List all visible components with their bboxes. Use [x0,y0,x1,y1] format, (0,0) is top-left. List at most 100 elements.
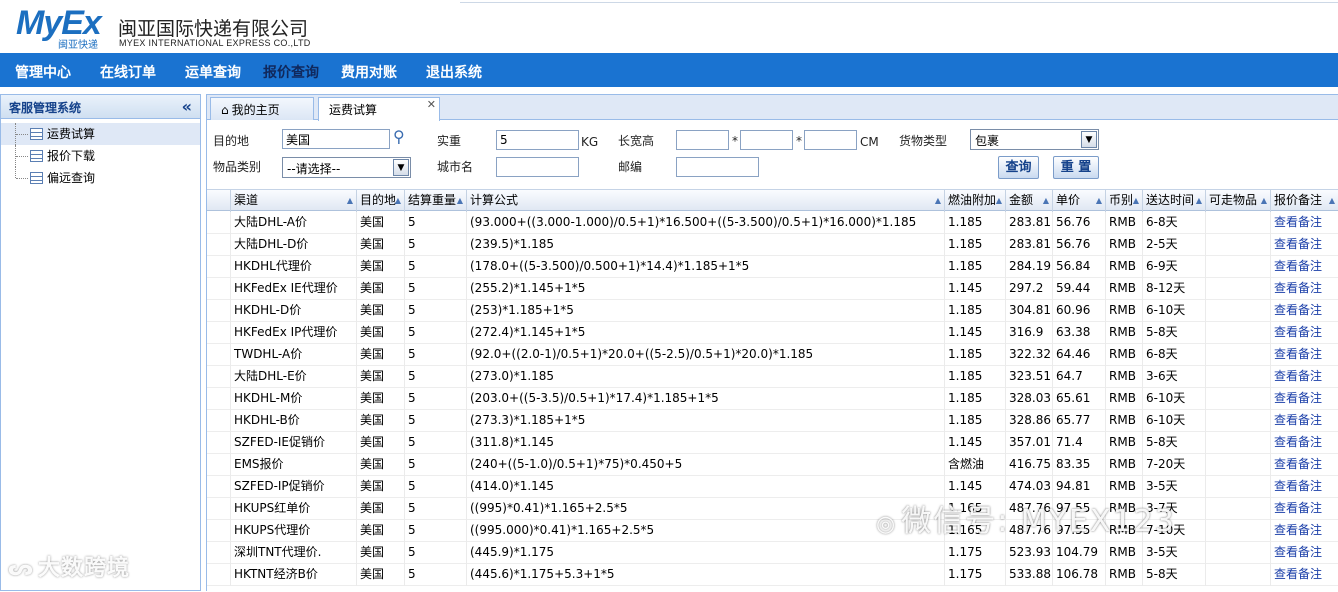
table-row[interactable]: TWDHL-A价 美国 5 (92.0+((2.0-1)/0.5+1)*20.0+((… [207,344,1338,366]
quote-notes-cell[interactable]: 查看备注 [1271,278,1338,300]
column-label: 燃油附加 [948,193,997,207]
quote-notes-cell[interactable]: 查看备注 [1271,300,1338,322]
close-icon[interactable]: ✕ [427,98,436,111]
nav-fee-reconciliation[interactable]: 费用对账 [341,62,397,82]
length-input[interactable] [676,130,729,150]
nav-management-center[interactable]: 管理中心 [15,62,71,82]
table-row[interactable]: SZFED-IP促销价 美国 5 (414.0)*1.145 1.145 474.03 94… [207,476,1338,498]
query-button[interactable]: 查询 [998,156,1039,179]
channel-cell: HKUPS红单价 [231,498,357,520]
nav-quote-query[interactable]: 报价查询 [263,62,319,82]
currency-cell: RMB [1106,278,1143,300]
formula-cell: (445.6)*1.175+5.3+1*5 [467,564,945,586]
sidebar-item-remote-area-query[interactable]: 偏远查询 [1,167,200,189]
quote-notes-cell[interactable]: 查看备注 [1271,366,1338,388]
table-row[interactable]: 大陆DHL-E价 美国 5 (273.0)*1.185 1.185 323.51 64.7 R… [207,366,1338,388]
table-row[interactable]: HKTNT经济B价 美国 5 (445.6)*1.175+5.3+1*5 1.175 53… [207,564,1338,586]
formula-cell: (414.0)*1.145 [467,476,945,498]
search-icon[interactable]: ⚲ [393,127,405,146]
table-row[interactable]: 大陆DHL-A价 美国 5 (93.000+((3.000-1.000)/0.5+1)… [207,212,1338,234]
table-row[interactable]: EMS报价 美国 5 (240+((5-1.0)/0.5+1)*75)*0.450+5… [207,454,1338,476]
billing-weight-cell: 5 [405,410,467,432]
table-row[interactable]: HKDHL-B价 美国 5 (273.3)*1.185+1*5 1.185 328.86 6… [207,410,1338,432]
column-header-allowed-goods[interactable]: 可走物品 ▲ [1206,190,1271,212]
table-row[interactable]: HKDHL-D价 美国 5 (253)*1.185+1*5 1.185 304.81 60.… [207,300,1338,322]
column-header-channel[interactable]: 渠道 ▲ [231,190,357,212]
sidebar-item-label: 偏远查询 [47,171,96,185]
row-number-header [207,190,231,212]
billing-weight-cell: 5 [405,234,467,256]
tab-home[interactable]: ⌂ 我的主页 [210,97,314,120]
table-row[interactable]: HKDHL代理价 美国 5 (178.0+((5-3.500)/0.500+1)*14… [207,256,1338,278]
quote-notes-cell[interactable]: 查看备注 [1271,498,1338,520]
nav-logout[interactable]: 退出系统 [426,62,482,82]
column-header-destination[interactable]: 目的地 ▲ [357,190,405,212]
nav-waybill-query[interactable]: 运单查询 [185,62,241,82]
table-row[interactable]: HKDHL-M价 美国 5 (203.0+((5-3.5)/0.5+1)*17.4)*… [207,388,1338,410]
column-label: 目的地 [360,193,397,207]
table-row[interactable]: HKFedEx IE代理价 美国 5 (255.2)*1.145+1*5 1.145 29… [207,278,1338,300]
quote-notes-cell[interactable]: 查看备注 [1271,388,1338,410]
allowed-goods-cell [1206,388,1271,410]
billing-weight-cell: 5 [405,300,467,322]
nav-online-orders[interactable]: 在线订单 [100,62,156,82]
quote-notes-cell[interactable]: 查看备注 [1271,212,1338,234]
quote-notes-cell[interactable]: 查看备注 [1271,322,1338,344]
column-header-amount[interactable]: 金额 ▲ [1006,190,1053,212]
channel-cell: HKDHL-D价 [231,300,357,322]
tab-freight-calc[interactable]: 运费试算 ✕ [318,97,440,121]
column-header-unit-price[interactable]: 单价 ▲ [1053,190,1106,212]
column-header-delivery-time[interactable]: 送达时间 ▲ [1143,190,1206,212]
column-header-quote-notes[interactable]: 报价备注 ▲ [1271,190,1338,212]
row-number-cell [207,300,231,322]
city-input[interactable] [496,157,579,177]
quote-notes-cell[interactable]: 查看备注 [1271,564,1338,586]
column-header-fuel-surcharge[interactable]: 燃油附加 ▲ [945,190,1006,212]
table-row[interactable]: HKFedEx IP代理价 美国 5 (272.4)*1.145+1*5 1.145 31… [207,322,1338,344]
formula-cell: (272.4)*1.145+1*5 [467,322,945,344]
quote-notes-cell[interactable]: 查看备注 [1271,432,1338,454]
column-header-currency[interactable]: 币别 ▲ [1106,190,1143,212]
column-header-billing-weight[interactable]: 结算重量 ▲ [405,190,467,212]
table-row[interactable]: 深圳TNT代理价. 美国 5 (445.9)*1.175 1.175 523.93 104.… [207,542,1338,564]
reset-button[interactable]: 重 置 [1053,156,1099,179]
quote-notes-cell[interactable]: 查看备注 [1271,454,1338,476]
quote-notes-cell[interactable]: 查看备注 [1271,234,1338,256]
height-input[interactable] [804,130,857,150]
sidebar-item-freight-calc[interactable]: 运费试算 [1,123,200,145]
table-row[interactable]: 大陆DHL-D价 美国 5 (239.5)*1.185 1.185 283.81 56.76… [207,234,1338,256]
collapse-icon[interactable]: « [182,97,192,116]
tree-connector [15,145,29,167]
quote-notes-cell[interactable]: 查看备注 [1271,410,1338,432]
amount-cell: 283.81 [1006,212,1053,234]
row-number-cell [207,432,231,454]
watermark-left: ᔕ 大数跨境 [8,550,130,582]
column-header-formula[interactable]: 计算公式 ▲ [467,190,945,212]
sidebar-item-quote-download[interactable]: 报价下载 [1,145,200,167]
quote-notes-cell[interactable]: 查看备注 [1271,542,1338,564]
amount-cell: 328.86 [1006,410,1053,432]
tab-label: 运费试算 [329,103,378,117]
destination-input[interactable] [282,129,390,149]
quote-notes-cell[interactable]: 查看备注 [1271,256,1338,278]
allowed-goods-cell [1206,322,1271,344]
formula-cell: ((995)*0.41)*1.165+2.5*5 [467,498,945,520]
table-row[interactable]: SZFED-IE促销价 美国 5 (311.8)*1.145 1.145 357.01 71… [207,432,1338,454]
row-number-cell [207,234,231,256]
category-select[interactable]: --请选择-- ▼ [282,157,411,178]
width-input[interactable] [740,130,793,150]
amount-cell: 297.2 [1006,278,1053,300]
unit-price-cell: 71.4 [1053,432,1106,454]
delivery-time-cell: 6-10天 [1143,388,1206,410]
destination-cell: 美国 [357,322,405,344]
quote-notes-cell[interactable]: 查看备注 [1271,520,1338,542]
unit-price-cell: 104.79 [1053,542,1106,564]
goods-type-select[interactable]: 包裹 ▼ [970,129,1099,150]
formula-cell: (93.000+((3.000-1.000)/0.5+1)*16.500+((5… [467,212,945,234]
weight-input[interactable] [496,130,579,150]
quote-notes-cell[interactable]: 查看备注 [1271,344,1338,366]
column-label: 渠道 [234,193,259,207]
quote-notes-cell[interactable]: 查看备注 [1271,476,1338,498]
postcode-input[interactable] [676,157,759,177]
wechat-icon: ◎ [876,512,898,537]
